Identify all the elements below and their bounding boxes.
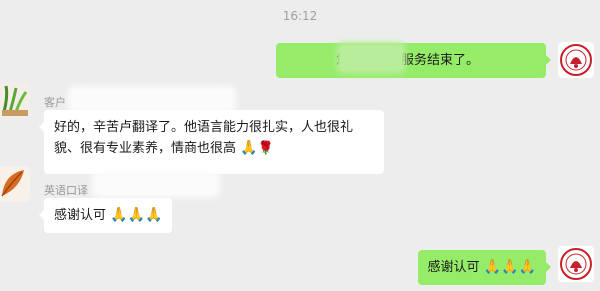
plant-avatar-icon[interactable] bbox=[0, 82, 30, 118]
seal-avatar-icon[interactable] bbox=[558, 246, 594, 282]
message-bubble-outgoing[interactable]: 您好，翻译服务结束了。 bbox=[276, 43, 551, 78]
leaf-avatar-icon[interactable] bbox=[0, 166, 30, 202]
pray-emoji: 🙏🙏🙏 bbox=[483, 259, 536, 275]
message-bubble-incoming[interactable]: 好的，辛苦卢翻译了。他语言能力很扎实，人也很礼貌、很有专业素养，情商也很高 🙏🌹 bbox=[39, 110, 384, 174]
seal-avatar-icon[interactable] bbox=[558, 42, 594, 78]
redaction-mask bbox=[340, 46, 402, 70]
pray-emoji: 🙏 bbox=[240, 140, 258, 156]
redaction-mask bbox=[72, 90, 232, 108]
message-bubble-incoming[interactable]: 感谢认可 🙏🙏🙏 bbox=[38, 198, 173, 233]
message-bubble-outgoing[interactable]: 感谢认可 🙏🙏🙏 bbox=[417, 250, 552, 285]
message-text: 感谢认可 bbox=[427, 260, 480, 275]
pray-emoji: 🙏🙏🙏 bbox=[110, 207, 163, 223]
message-text: 好的，辛苦卢翻译了。他语言能力很扎实，人也很礼貌、很有专业素养，情商也很高 bbox=[54, 120, 354, 156]
rose-emoji: 🌹 bbox=[257, 141, 274, 156]
sender-name: 英语口译 bbox=[44, 184, 88, 197]
redaction-mask bbox=[96, 176, 216, 194]
sender-name: 客户 bbox=[44, 96, 66, 109]
message-text: 感谢认可 bbox=[54, 208, 107, 223]
chat-timestamp: 16:12 bbox=[282, 9, 318, 23]
